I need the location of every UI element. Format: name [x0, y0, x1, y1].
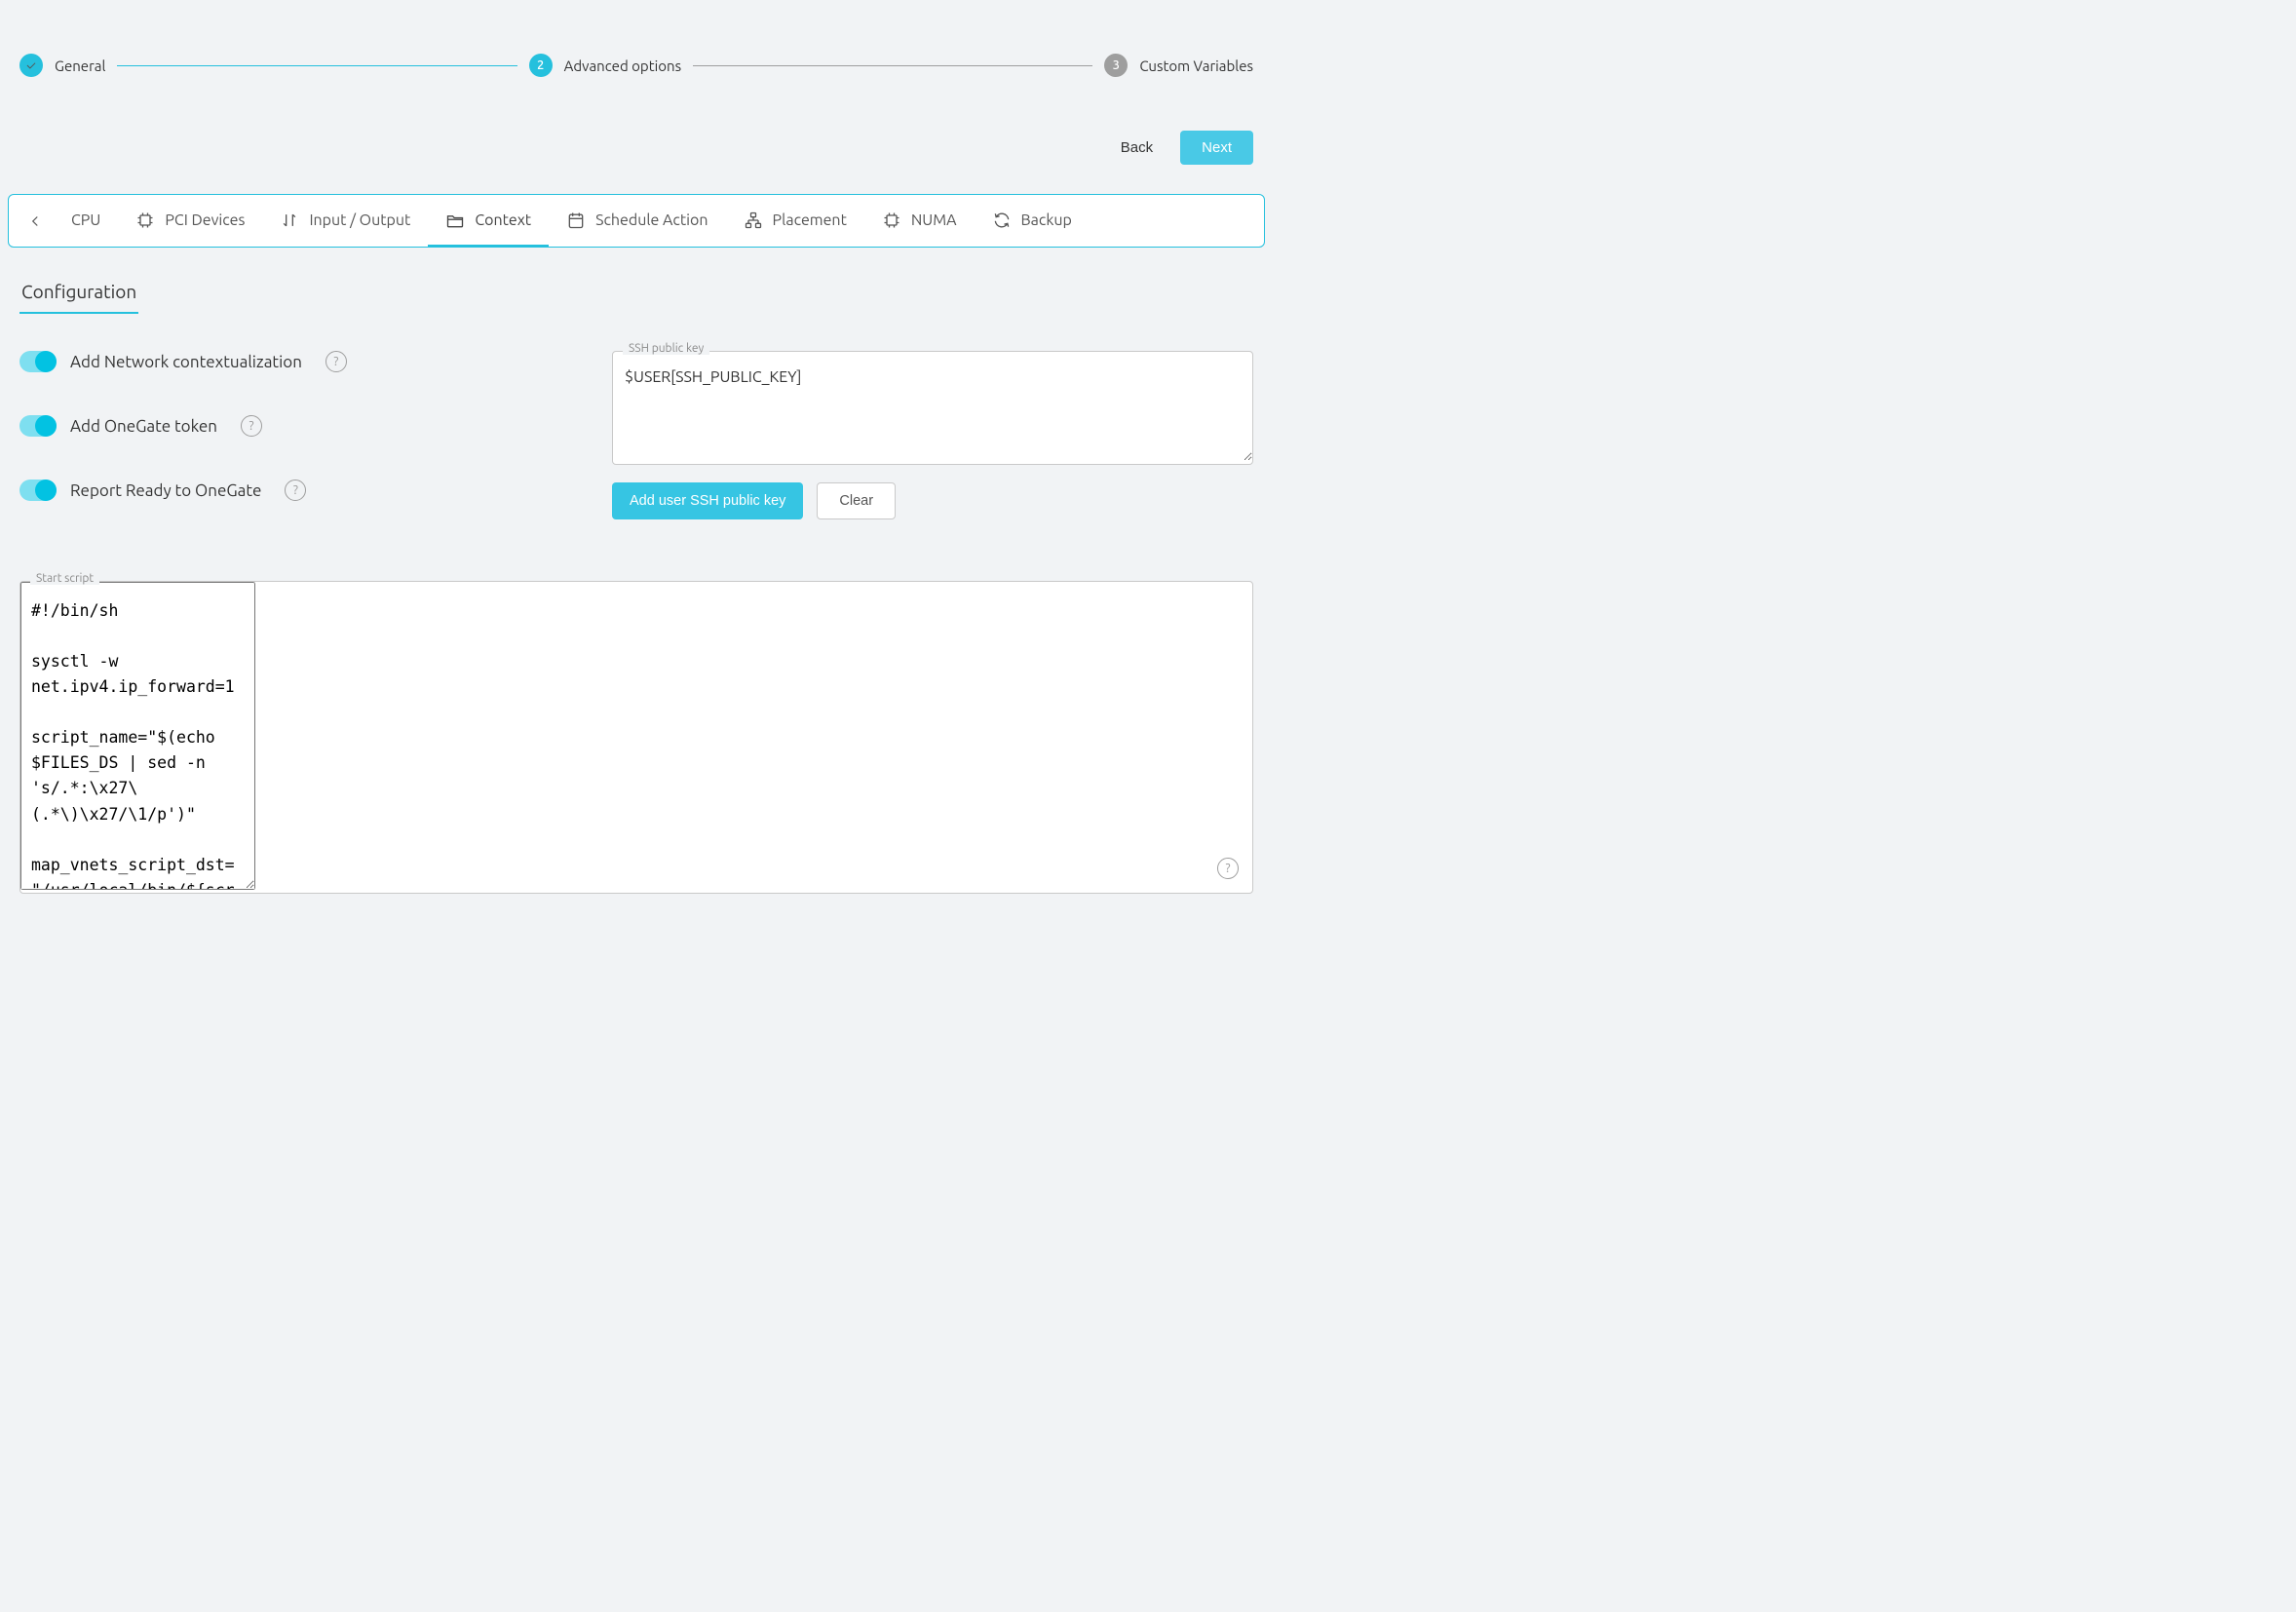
hierarchy-icon	[744, 211, 763, 230]
step-label: Custom Variables	[1139, 58, 1253, 74]
report-ready-toggle[interactable]	[19, 480, 57, 501]
tab-label: Context	[475, 211, 531, 229]
tab-label: PCI Devices	[165, 211, 245, 229]
toggle-label: Add Network contextualization	[70, 353, 302, 371]
help-icon[interactable]: ?	[241, 415, 262, 437]
network-contextualization-toggle[interactable]	[19, 351, 57, 372]
next-button[interactable]: Next	[1180, 131, 1253, 165]
tab-label: Backup	[1021, 211, 1072, 229]
help-icon[interactable]: ?	[325, 351, 347, 372]
step-label: Advanced options	[564, 58, 681, 74]
tab-label: NUMA	[911, 211, 957, 229]
subtab-bar: Configuration	[0, 248, 1273, 322]
tab-schedule-action[interactable]: Schedule Action	[549, 195, 725, 247]
tab-pci-devices[interactable]: PCI Devices	[118, 195, 262, 247]
ssh-public-key-field: SSH public key	[612, 351, 1253, 465]
subtab-configuration[interactable]: Configuration	[19, 275, 138, 314]
tab-numa[interactable]: NUMA	[864, 195, 975, 247]
step-custom-variables[interactable]: 3 Custom Variables	[1104, 54, 1253, 77]
tab-context[interactable]: Context	[428, 195, 549, 247]
field-legend: SSH public key	[623, 343, 709, 355]
wizard-nav: Back Next	[0, 131, 1273, 194]
tab-label: Schedule Action	[595, 211, 708, 229]
refresh-icon	[992, 211, 1012, 230]
ssh-public-key-input[interactable]	[613, 352, 1252, 461]
check-icon	[19, 54, 43, 77]
start-script-field: Start script ?	[19, 581, 1253, 894]
tab-input-output[interactable]: Input / Output	[262, 195, 428, 247]
tab-cpu[interactable]: CPU	[54, 196, 118, 246]
tab-scroll-left-button[interactable]	[20, 199, 54, 244]
folder-icon	[445, 211, 465, 230]
onegate-token-toggle[interactable]	[19, 415, 57, 437]
start-script-input[interactable]	[20, 582, 255, 890]
tab-label: Input / Output	[309, 211, 410, 229]
step-connector	[117, 65, 517, 66]
step-number-icon: 3	[1104, 54, 1128, 77]
clear-ssh-key-button[interactable]: Clear	[817, 482, 896, 519]
tab-label: CPU	[71, 211, 100, 229]
toggle-label: Report Ready to OneGate	[70, 481, 261, 500]
tab-backup[interactable]: Backup	[975, 195, 1090, 247]
step-general[interactable]: General	[19, 54, 105, 77]
chip-icon	[135, 211, 155, 230]
add-user-ssh-key-button[interactable]: Add user SSH public key	[612, 482, 803, 519]
toggle-label: Add OneGate token	[70, 417, 217, 436]
tab-label: Placement	[773, 211, 847, 229]
step-advanced-options[interactable]: 2 Advanced options	[529, 54, 681, 77]
field-legend: Start script	[30, 573, 99, 585]
arrows-up-down-icon	[280, 211, 299, 230]
back-button[interactable]: Back	[1109, 132, 1165, 164]
tab-bar: CPU PCI Devices Input / Output Context S	[8, 194, 1265, 248]
step-number-icon: 2	[529, 54, 553, 77]
help-icon[interactable]: ?	[1217, 858, 1239, 879]
chip-icon	[882, 211, 901, 230]
help-icon[interactable]: ?	[285, 480, 306, 501]
step-label: General	[55, 58, 105, 74]
calendar-icon	[566, 211, 586, 230]
step-connector	[693, 65, 1092, 66]
tab-placement[interactable]: Placement	[726, 195, 864, 247]
stepper: General 2 Advanced options 3 Custom Vari…	[0, 0, 1273, 131]
